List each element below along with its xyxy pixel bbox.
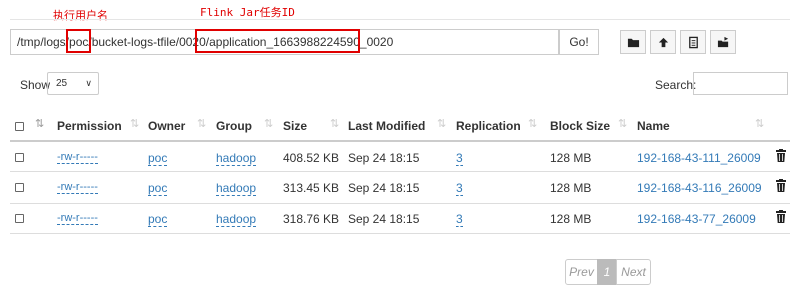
row-divider <box>10 171 790 172</box>
file-name-link[interactable]: 192-168-43-77_26009 <box>637 212 756 226</box>
top-divider <box>10 19 790 20</box>
page-1-button[interactable]: 1 <box>597 259 617 285</box>
modified-value: Sep 24 18:15 <box>348 151 420 165</box>
highlight-username <box>66 29 91 53</box>
modified-value: Sep 24 18:15 <box>348 212 420 226</box>
prev-button[interactable]: Prev <box>565 259 598 285</box>
show-label: Show <box>20 78 51 92</box>
row-divider <box>10 203 790 204</box>
col-size[interactable]: Size <box>283 119 307 133</box>
sort-icon[interactable]: ⇅ <box>755 117 764 130</box>
page-size-select[interactable]: 25 ∨ <box>47 72 99 95</box>
go-button[interactable]: Go! <box>559 29 599 55</box>
file-button[interactable] <box>680 30 706 54</box>
size-value: 318.76 KB <box>283 212 340 226</box>
file-icon <box>688 36 698 48</box>
chevron-down-icon: ∨ <box>85 78 92 88</box>
page-size-value: 25 <box>56 78 68 89</box>
highlight-application-id <box>195 29 360 53</box>
replication-link[interactable]: 3 <box>456 212 463 227</box>
row-checkbox[interactable] <box>15 153 24 162</box>
col-block-size[interactable]: Block Size <box>550 119 610 133</box>
block-size-value: 128 MB <box>550 151 592 165</box>
folder-icon <box>627 38 639 47</box>
col-group[interactable]: Group <box>216 119 252 133</box>
replication-link[interactable]: 3 <box>456 181 463 196</box>
block-size-value: 128 MB <box>550 212 592 226</box>
move-button[interactable] <box>710 30 736 54</box>
owner-link[interactable]: poc <box>148 151 168 166</box>
modified-value: Sep 24 18:15 <box>348 181 420 195</box>
header-divider <box>10 140 790 142</box>
group-link[interactable]: hadoop <box>216 212 257 227</box>
upload-icon <box>658 37 668 47</box>
move-folder-icon <box>717 36 728 47</box>
row-divider <box>10 233 790 234</box>
next-button[interactable]: Next <box>616 259 651 285</box>
file-name-link[interactable]: 192-168-43-111_26009 <box>637 151 761 165</box>
upload-button[interactable] <box>650 30 676 54</box>
trash-icon <box>776 179 786 192</box>
sort-icon[interactable]: ⇅ <box>528 117 537 130</box>
search-label: Search: <box>655 78 697 92</box>
create-folder-button[interactable] <box>620 30 646 54</box>
file-name-link[interactable]: 192-168-43-116_26009 <box>637 181 762 195</box>
group-link[interactable]: hadoop <box>216 181 257 196</box>
col-owner[interactable]: Owner <box>148 119 185 133</box>
permission-link[interactable]: -rw-r----- <box>57 181 98 194</box>
permission-link[interactable]: -rw-r----- <box>57 151 98 164</box>
sort-icon[interactable]: ⇅ <box>330 117 339 130</box>
sort-desc-icon[interactable]: ⇅ <box>35 117 44 130</box>
block-size-value: 128 MB <box>550 181 592 195</box>
permission-link[interactable]: -rw-r----- <box>57 212 98 225</box>
annotation-username: 执行用户名 <box>53 9 108 22</box>
annotation-flink-job: Flink Jar任务ID <box>200 6 295 19</box>
sort-icon[interactable]: ⇅ <box>437 117 446 130</box>
sort-icon[interactable]: ⇅ <box>130 117 139 130</box>
sort-icon[interactable]: ⇅ <box>264 117 273 130</box>
select-all-checkbox[interactable] <box>15 122 24 131</box>
row-checkbox[interactable] <box>15 214 24 223</box>
trash-icon <box>776 149 786 162</box>
replication-link[interactable]: 3 <box>456 151 463 166</box>
col-last-modified[interactable]: Last Modified <box>348 119 425 133</box>
delete-button[interactable] <box>776 149 786 165</box>
sort-icon[interactable]: ⇅ <box>197 117 206 130</box>
trash-icon <box>776 210 786 223</box>
row-checkbox[interactable] <box>15 183 24 192</box>
size-value: 408.52 KB <box>283 151 340 165</box>
col-replication[interactable]: Replication <box>456 119 521 133</box>
sort-icon[interactable]: ⇅ <box>618 117 627 130</box>
delete-button[interactable] <box>776 179 786 195</box>
group-link[interactable]: hadoop <box>216 151 257 166</box>
delete-button[interactable] <box>776 210 786 226</box>
col-name[interactable]: Name <box>637 119 670 133</box>
owner-link[interactable]: poc <box>148 181 168 196</box>
col-permission[interactable]: Permission <box>57 119 122 133</box>
size-value: 313.45 KB <box>283 181 340 195</box>
search-input[interactable] <box>693 72 788 95</box>
owner-link[interactable]: poc <box>148 212 168 227</box>
